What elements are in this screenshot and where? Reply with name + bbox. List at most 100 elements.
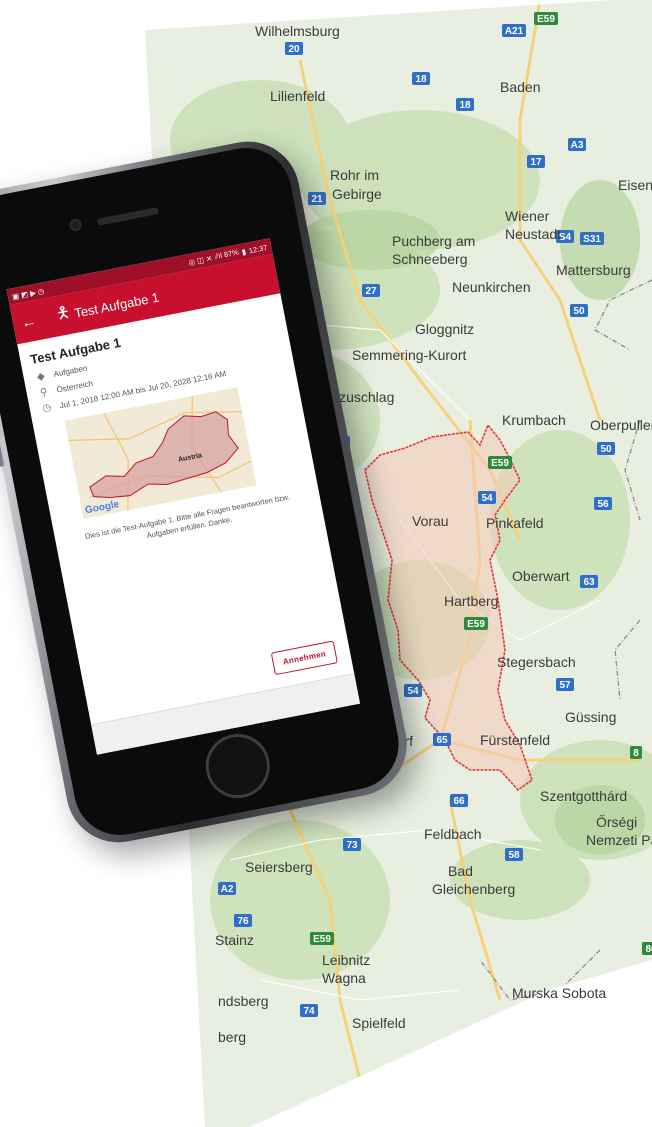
- task-map-preview[interactable]: Austria Google: [64, 387, 257, 519]
- road-shield: 17: [527, 155, 545, 168]
- map-place-label: Bad: [448, 863, 473, 879]
- task-detail: Test Aufgabe 1 ◆ Aufgaben ⚲ Österreich ◷…: [17, 293, 324, 568]
- road-shield: 56: [594, 497, 612, 510]
- road-shield: 18: [412, 72, 430, 85]
- road-shield: 63: [580, 575, 598, 588]
- home-button[interactable]: [200, 728, 276, 804]
- svg-text:E59: E59: [537, 14, 555, 25]
- svg-text:A3: A3: [571, 140, 584, 151]
- map-place-label: Feldbach: [424, 826, 482, 842]
- road-shield: S31: [580, 232, 604, 245]
- map-place-label: Güssing: [565, 709, 616, 725]
- task-category: Aufgaben: [52, 363, 89, 379]
- road-shield: 27: [362, 284, 380, 297]
- road-shield: 66: [450, 794, 468, 807]
- svg-text:54: 54: [481, 493, 493, 504]
- map-place-label: Baden: [500, 79, 540, 95]
- road-shield: 57: [556, 678, 574, 691]
- road-shield: 76: [234, 914, 252, 927]
- map-place-label: Neustadt: [505, 226, 561, 242]
- map-place-label: Gleichenberg: [432, 881, 515, 897]
- map-place-label: Vorau: [412, 513, 449, 529]
- svg-text:21: 21: [311, 194, 323, 205]
- road-shield: E59: [534, 12, 558, 25]
- road-shield: A2: [218, 882, 236, 895]
- signal-battery: ⫽ıl 87%: [214, 247, 240, 261]
- austria-map: Austria: [64, 387, 257, 519]
- road-shield: 73: [343, 838, 361, 851]
- svg-text:50: 50: [600, 444, 612, 455]
- svg-text:50: 50: [573, 306, 585, 317]
- map-place-label: Hartberg: [444, 593, 498, 609]
- map-place-label: Puchberg am: [392, 233, 475, 249]
- map-place-label: ndsberg: [218, 993, 269, 1009]
- clock-icon: ◷: [41, 402, 53, 415]
- svg-text:18: 18: [415, 74, 427, 85]
- map-place-label: Gloggnitz: [415, 321, 474, 337]
- road-shield: 18: [456, 98, 474, 111]
- map-place-label: Schneeberg: [392, 251, 468, 267]
- map-place-label: Oberpullen: [590, 417, 652, 433]
- road-shield: 54: [404, 684, 422, 697]
- road-shield: A3: [568, 138, 586, 151]
- road-shield: 20: [285, 42, 303, 55]
- map-place-label: Wagna: [322, 970, 366, 986]
- accept-button[interactable]: Annehmen: [270, 640, 338, 676]
- map-place-label: Spielfeld: [352, 1015, 406, 1031]
- battery-icon: ▮: [240, 246, 247, 257]
- road-shield: 74: [300, 1004, 318, 1017]
- app-bar-title: Test Aufgabe 1: [72, 289, 161, 321]
- map-place-label: Neunkirchen: [452, 279, 531, 295]
- svg-text:74: 74: [303, 1006, 315, 1017]
- svg-text:63: 63: [583, 577, 595, 588]
- svg-text:56: 56: [597, 499, 609, 510]
- svg-text:S31: S31: [583, 234, 601, 245]
- status-time: 12:37: [247, 242, 269, 255]
- map-place-label: Krumbach: [502, 412, 566, 428]
- road-shield: 50: [597, 442, 615, 455]
- svg-text:E59: E59: [313, 934, 331, 945]
- road-shield: A21: [502, 24, 526, 37]
- map-place-label: Őrségi: [596, 814, 637, 830]
- svg-text:E59: E59: [467, 619, 485, 630]
- road-shield: E59: [488, 456, 512, 469]
- map-place-label: Stainz: [215, 932, 254, 948]
- road-shield: E59: [464, 617, 488, 630]
- map-place-label: Semmering-Kurort: [352, 347, 466, 363]
- back-arrow-icon[interactable]: ←: [20, 310, 49, 332]
- map-place-label: Szentgotthárd: [540, 788, 627, 804]
- map-place-label: Gebirge: [332, 186, 382, 202]
- map-place-label: Wiener: [505, 208, 550, 224]
- svg-text:76: 76: [237, 916, 249, 927]
- map-place-label: Seiersberg: [245, 859, 313, 875]
- svg-text:27: 27: [365, 286, 377, 297]
- phone-screen: ▣ ◩ ▶ ◷ ◎ ◫ ✕ ⫽ıl 87% ▮ 12:37 ← 🯅 Test A…: [6, 238, 361, 755]
- map-place-label: berg: [218, 1029, 246, 1045]
- svg-text:A21: A21: [505, 26, 524, 37]
- svg-text:54: 54: [407, 686, 419, 697]
- map-place-label: Wilhelmsburg: [255, 23, 340, 39]
- svg-text:20: 20: [288, 44, 300, 55]
- svg-text:66: 66: [453, 796, 465, 807]
- map-place-label: Oberwart: [512, 568, 570, 584]
- svg-text:17: 17: [530, 157, 542, 168]
- map-place-label: Lilienfeld: [270, 88, 325, 104]
- map-place-label: Murska Sobota: [512, 985, 606, 1001]
- tag-icon: ◆: [36, 370, 46, 384]
- location-pin-icon: ⚲: [39, 386, 49, 399]
- svg-text:8: 8: [633, 748, 639, 759]
- svg-text:A2: A2: [221, 884, 234, 895]
- svg-text:86: 86: [645, 944, 652, 955]
- map-place-label: Fürstenfeld: [480, 732, 550, 748]
- map-place-label: Mattersburg: [556, 262, 631, 278]
- road-shield: 8: [630, 746, 642, 759]
- map-place-label: Stegersbach: [497, 654, 576, 670]
- road-shield: 86: [642, 942, 652, 955]
- svg-text:58: 58: [508, 850, 520, 861]
- road-shield: 58: [505, 848, 523, 861]
- svg-text:73: 73: [346, 840, 358, 851]
- task-location: Österreich: [55, 378, 94, 395]
- road-shield: 54: [478, 491, 496, 504]
- road-shield: 21: [308, 192, 326, 205]
- map-place-label: Eisen: [618, 177, 652, 193]
